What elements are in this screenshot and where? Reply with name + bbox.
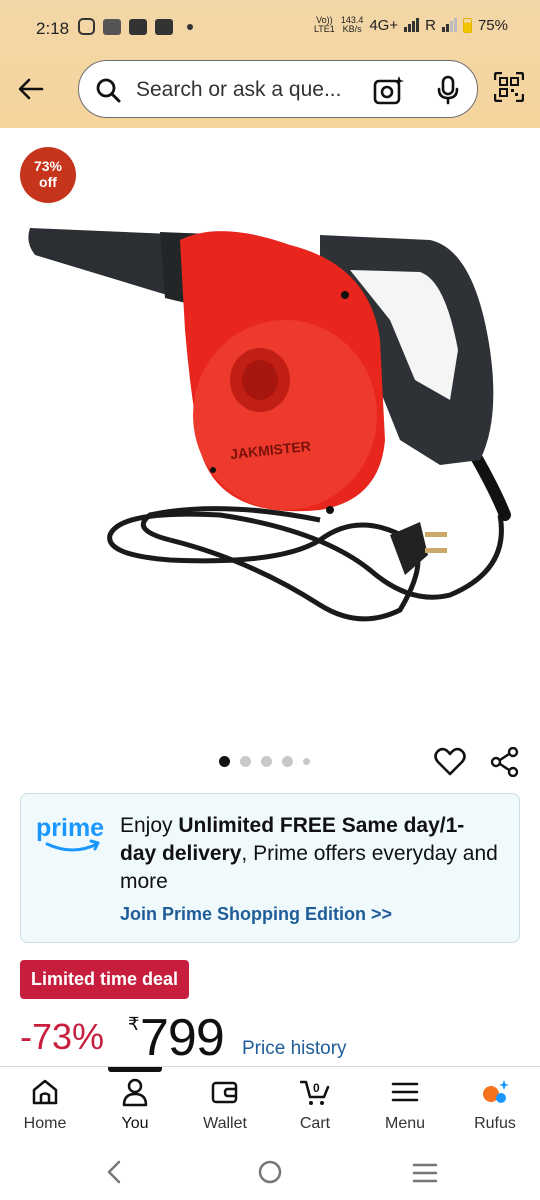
system-navigation-bar <box>0 1145 540 1200</box>
prime-banner[interactable]: prime Enjoy Unlimited FREE Same day/1-da… <box>20 793 520 943</box>
network-speed: 143.4 KB/s <box>340 15 364 34</box>
bottom-navigation: Home You Wallet 0 Cart Menu Rufus <box>0 1066 540 1146</box>
discount-badge: 73% off <box>20 147 76 203</box>
carousel-dot[interactable] <box>282 756 293 767</box>
status-time: 2:18 <box>36 19 70 38</box>
bank-app-icon <box>155 18 173 35</box>
volte-indicator: Vo)) LTE1 <box>313 15 335 34</box>
person-icon <box>122 1078 148 1107</box>
camera-lens-icon[interactable] <box>373 75 405 105</box>
nav-wallet[interactable]: Wallet <box>180 1067 270 1146</box>
notification-icons <box>78 18 193 35</box>
system-back-icon[interactable] <box>104 1159 124 1185</box>
search-placeholder: Search or ask a que... <box>136 78 342 101</box>
instagram-icon <box>78 18 95 35</box>
nav-home[interactable]: Home <box>0 1067 90 1146</box>
app-header: 2:18 Vo)) LTE1 143.4 KB/s 4G+ R 75% Sear… <box>0 0 540 128</box>
battery-icon <box>462 17 472 33</box>
cart-count: 0 <box>313 1081 320 1095</box>
price-discount: -73% <box>20 1016 105 1057</box>
search-input[interactable]: Search or ask a que... <box>78 60 478 118</box>
home-icon <box>32 1079 58 1105</box>
system-home-icon[interactable] <box>258 1160 282 1184</box>
carousel-dot[interactable] <box>261 756 272 767</box>
qr-scanner-icon[interactable] <box>494 72 524 102</box>
nav-menu[interactable]: Menu <box>360 1067 450 1146</box>
limited-deal-badge: Limited time deal <box>20 960 190 999</box>
rufus-icon <box>483 1080 509 1103</box>
carousel-dot[interactable] <box>240 756 251 767</box>
wallet-icon <box>211 1081 238 1104</box>
prime-logo-icon: prime <box>36 814 104 852</box>
signal-strength-2-icon <box>441 18 457 32</box>
more-notifications-icon <box>187 23 193 30</box>
microphone-icon[interactable] <box>435 75 461 105</box>
cart-icon: 0 <box>300 1080 330 1105</box>
back-arrow-icon[interactable] <box>16 74 46 104</box>
carousel-dot[interactable] <box>219 756 230 767</box>
nav-rufus[interactable]: Rufus <box>450 1067 540 1146</box>
news-app-icon <box>129 18 147 35</box>
share-icon[interactable] <box>490 747 520 777</box>
roaming-indicator: R <box>425 16 436 34</box>
svg-text:prime: prime <box>36 814 104 842</box>
nav-you[interactable]: You <box>90 1067 180 1146</box>
network-type: 4G+ <box>369 16 399 34</box>
search-icon <box>96 78 121 103</box>
price-value: 799 <box>140 1009 225 1067</box>
status-bar: 2:18 Vo)) LTE1 143.4 KB/s 4G+ R 75% <box>0 0 540 58</box>
price-row: -73% ₹ 799 Price history <box>20 1010 540 1066</box>
prime-offer-text: Enjoy Unlimited FREE Same day/1-day deli… <box>120 814 498 893</box>
app-notification-icon <box>103 18 121 35</box>
status-indicators: Vo)) LTE1 143.4 KB/s 4G+ R 75% <box>314 16 508 34</box>
signal-strength-icon <box>404 18 420 32</box>
join-prime-link[interactable]: Join Prime Shopping Edition >> <box>120 904 392 925</box>
battery-percent: 75% <box>477 16 508 34</box>
carousel-dot[interactable] <box>303 758 310 765</box>
price-history-link[interactable]: Price history <box>242 1038 347 1060</box>
wishlist-heart-icon[interactable] <box>434 746 466 778</box>
product-image-air-blower[interactable]: JAKMISTER <box>20 210 530 640</box>
menu-icon <box>391 1082 419 1102</box>
image-carousel-dots[interactable] <box>219 756 310 767</box>
system-recents-icon[interactable] <box>412 1162 438 1184</box>
nav-cart[interactable]: 0 Cart <box>270 1067 360 1146</box>
price-currency-symbol: ₹ <box>128 1014 140 1034</box>
